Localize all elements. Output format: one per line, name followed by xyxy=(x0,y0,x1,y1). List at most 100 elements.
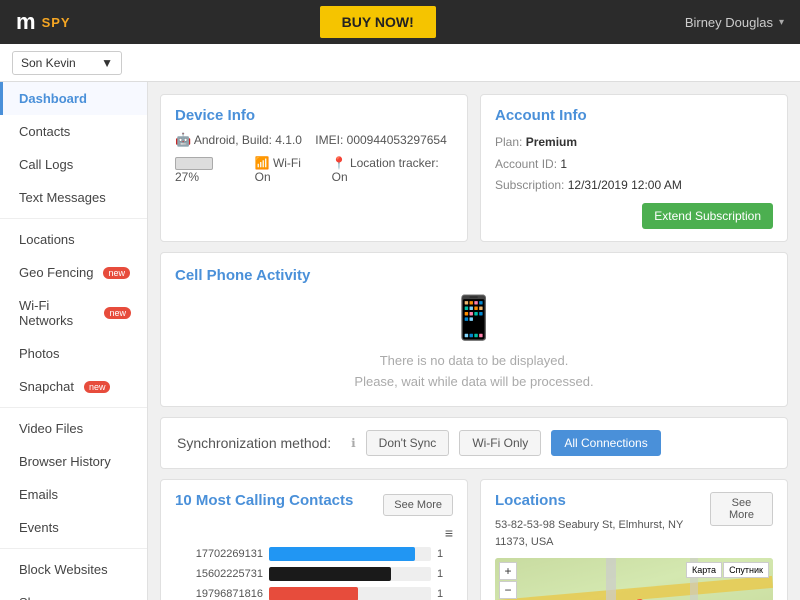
sidebar: Dashboard Contacts Call Logs Text Messages L… xyxy=(0,82,148,600)
user-name: Birney Douglas xyxy=(685,15,773,30)
map-zoom-in-button[interactable]: + xyxy=(499,562,517,580)
sidebar-item-skype[interactable]: Skype xyxy=(0,586,147,600)
info-icon: ℹ xyxy=(351,436,356,450)
wifi-icon: 📶 xyxy=(255,156,270,170)
sidebar-item-dashboard[interactable]: Dashboard xyxy=(0,82,147,115)
bar-fill xyxy=(269,547,415,561)
device-os: Android xyxy=(194,133,235,147)
sidebar-item-photos[interactable]: Photos xyxy=(0,337,147,370)
imei-value: 000944053297654 xyxy=(347,133,447,147)
sidebar-item-locations[interactable]: Locations xyxy=(0,223,147,256)
locations-see-more[interactable]: See More xyxy=(710,492,773,526)
badge-new-wi-fi-networks: new xyxy=(104,307,131,319)
device-meta: 🤖 Android, Build: 4.1.0 IMEI: 0009440532… xyxy=(175,132,453,148)
calling-contacts-card: 10 Most Calling Contacts See More ≡ 1770… xyxy=(160,479,468,600)
locations-title-group: Locations 53-82-53-98 Seabury St, Elmhur… xyxy=(495,492,710,550)
android-icon: 🤖 xyxy=(175,132,191,147)
locations-card: Locations 53-82-53-98 Seabury St, Elmhur… xyxy=(480,479,788,600)
chevron-down-icon: ▾ xyxy=(779,17,784,28)
sidebar-item-label-block-websites: Block Websites xyxy=(19,562,108,577)
battery-indicator: 27% xyxy=(175,156,241,184)
sync-label: Synchronization method: xyxy=(177,435,331,451)
map-type-sputnik-button[interactable]: Спутник xyxy=(723,562,769,578)
dont-sync-button[interactable]: Don't Sync xyxy=(366,430,450,456)
sidebar-item-video-files[interactable]: Video Files xyxy=(0,412,147,445)
bar-count: 1 xyxy=(437,548,453,560)
phone-icon: 📱 xyxy=(175,294,773,343)
logo-m-letter: m xyxy=(16,9,36,35)
account-info-card: Account Info Plan: Premium Account ID: 1… xyxy=(480,94,788,242)
bar-count: 1 xyxy=(437,568,453,580)
logo-spy-text: SPY xyxy=(42,15,71,30)
locations-header: Locations 53-82-53-98 Seabury St, Elmhur… xyxy=(495,492,773,550)
location-status: 📍 Location tracker: On xyxy=(332,156,453,184)
map-type-buttons: Карта Спутник xyxy=(686,562,769,578)
main-layout: Dashboard Contacts Call Logs Text Messages L… xyxy=(0,82,800,600)
no-data-line2: Please, wait while data will be processe… xyxy=(175,372,773,393)
device-selector-bar: Son Kevin ▼ xyxy=(0,44,800,82)
sidebar-item-block-websites[interactable]: Block Websites xyxy=(0,553,147,586)
wifi-label: Wi-Fi xyxy=(273,156,301,170)
map-zoom-controls: + − xyxy=(499,562,517,599)
bottom-row: 10 Most Calling Contacts See More ≡ 1770… xyxy=(160,479,788,600)
sidebar-item-snapchat[interactable]: Snapchatnew xyxy=(0,370,147,403)
battery-bar xyxy=(175,157,213,170)
map-type-carta-button[interactable]: Карта xyxy=(686,562,722,578)
sidebar-item-events[interactable]: Events xyxy=(0,511,147,544)
main-content: Device Info 🤖 Android, Build: 4.1.0 IMEI… xyxy=(148,82,800,600)
wifi-only-button[interactable]: Wi-Fi Only xyxy=(459,430,541,456)
sidebar-item-label-events: Events xyxy=(19,520,59,535)
badge-new-snapchat: new xyxy=(84,381,111,393)
bar-outer xyxy=(269,547,431,561)
calling-contacts-see-more[interactable]: See More xyxy=(383,494,453,516)
battery-pct: 27% xyxy=(175,170,199,184)
cell-phone-activity-title: Cell Phone Activity xyxy=(175,267,773,284)
plan-value: Premium xyxy=(526,135,577,149)
sidebar-item-text-messages[interactable]: Text Messages xyxy=(0,181,147,214)
account-id-row: Account ID: 1 xyxy=(495,154,773,176)
sidebar-item-emails[interactable]: Emails xyxy=(0,478,147,511)
sidebar-item-label-dashboard: Dashboard xyxy=(19,91,87,106)
bar-outer xyxy=(269,587,431,600)
device-dropdown[interactable]: Son Kevin ▼ xyxy=(12,51,122,75)
no-data-text: There is no data to be displayed. Please… xyxy=(175,351,773,393)
sidebar-item-label-video-files: Video Files xyxy=(19,421,83,436)
bar-label: 15602225731 xyxy=(175,568,263,580)
sidebar-item-call-logs[interactable]: Call Logs xyxy=(0,148,147,181)
sidebar-item-wi-fi-networks[interactable]: Wi-Fi Networks new xyxy=(0,289,147,337)
device-build: Build: 4.1.0 xyxy=(242,133,302,147)
sidebar-item-label-browser-history: Browser History xyxy=(19,454,111,469)
sidebar-item-label-photos: Photos xyxy=(19,346,59,361)
bar-outer xyxy=(269,567,431,581)
sidebar-item-browser-history[interactable]: Browser History xyxy=(0,445,147,478)
bar-chart-row: 15602225731 1 xyxy=(175,567,453,581)
sidebar-divider-3 xyxy=(0,548,147,549)
hamburger-icon[interactable]: ≡ xyxy=(175,525,453,541)
top-cards-row: Device Info 🤖 Android, Build: 4.1.0 IMEI… xyxy=(160,94,788,242)
cell-phone-activity-card: Cell Phone Activity 📱 There is no data t… xyxy=(160,252,788,408)
bar-chart-row: 197968718161 xyxy=(175,587,453,600)
sidebar-item-geo-fencing[interactable]: Geo Fencingnew xyxy=(0,256,147,289)
map-zoom-out-button[interactable]: − xyxy=(499,581,517,599)
bar-label: 17702269131 xyxy=(175,548,263,560)
sidebar-item-label-call-logs: Call Logs xyxy=(19,157,73,172)
all-connections-button[interactable]: All Connections xyxy=(551,430,660,456)
location-value: On xyxy=(332,170,348,184)
bar-chart: 17702269131 1 15602225731 1 197968718161 xyxy=(175,547,453,600)
sidebar-item-label-wi-fi-networks: Wi-Fi Networks xyxy=(19,298,94,328)
extend-subscription-button[interactable]: Extend Subscription xyxy=(642,203,773,229)
sidebar-divider-1 xyxy=(0,218,147,219)
location-icon: 📍 xyxy=(332,156,347,170)
wifi-value: On xyxy=(255,170,271,184)
buy-now-button[interactable]: BUY NOW! xyxy=(320,6,436,38)
wifi-status: 📶 Wi-Fi On xyxy=(255,156,318,184)
subscription-value: 12/31/2019 12:00 AM xyxy=(568,178,682,192)
device-info-card: Device Info 🤖 Android, Build: 4.1.0 IMEI… xyxy=(160,94,468,242)
no-data-line1: There is no data to be displayed. xyxy=(175,351,773,372)
account-id-label: Account ID: xyxy=(495,157,557,171)
subscription-row: Subscription: 12/31/2019 12:00 AM xyxy=(495,175,773,197)
badge-new-geo-fencing: new xyxy=(103,267,130,279)
user-menu[interactable]: Birney Douglas ▾ xyxy=(685,15,784,30)
calling-contacts-header: 10 Most Calling Contacts See More xyxy=(175,492,453,517)
sidebar-item-contacts[interactable]: Contacts xyxy=(0,115,147,148)
